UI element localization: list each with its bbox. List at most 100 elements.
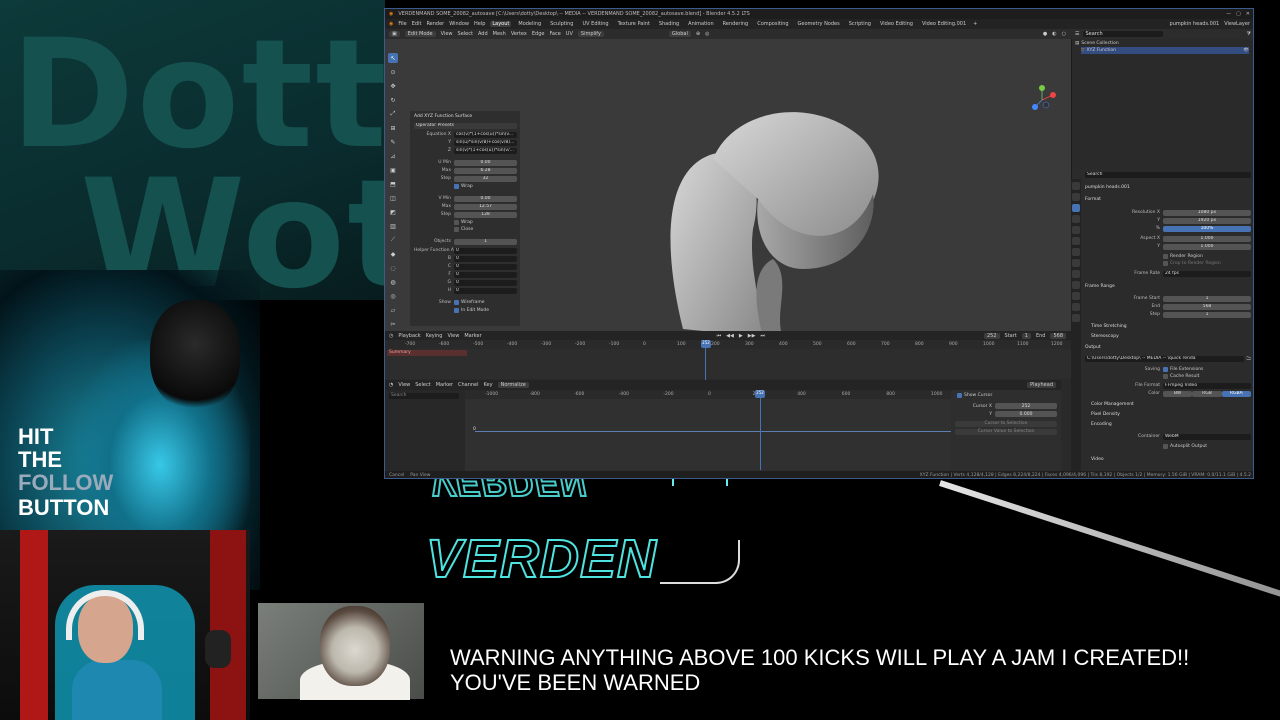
menu-playback[interactable]: Playback [398, 333, 420, 339]
color-rgb-button[interactable]: RGB [1192, 390, 1222, 397]
constraints-tab-icon[interactable] [1072, 292, 1080, 300]
menu-channel[interactable]: Channel [458, 382, 479, 388]
shading-render-icon[interactable]: ○ [1062, 31, 1066, 37]
add-workspace-icon[interactable]: + [973, 21, 977, 27]
objects-field[interactable]: 1 [454, 238, 517, 245]
play-icon[interactable]: ▶ [739, 333, 743, 339]
menu-add[interactable]: Add [478, 31, 488, 37]
autosplit-checkbox[interactable] [1163, 444, 1168, 449]
select-tool-icon[interactable]: ↖ [388, 53, 398, 63]
pivot-selector[interactable]: Playhead [1027, 382, 1056, 388]
output-tab-icon[interactable] [1072, 204, 1080, 212]
rotate-tool-icon[interactable]: ↻ [388, 95, 398, 105]
visibility-icon[interactable]: 👁 [1243, 48, 1249, 53]
menu-view[interactable]: View [441, 31, 453, 37]
menu-render[interactable]: Render [426, 21, 444, 27]
frame-range-section[interactable]: Frame Range [1085, 284, 1115, 289]
menu-view-graph[interactable]: View [398, 382, 410, 388]
cursor-tool-icon[interactable]: ⊙ [388, 67, 398, 77]
editor-type-icon[interactable]: ▣ [389, 31, 400, 37]
snap-icon[interactable]: ⊕ [696, 31, 700, 37]
encoding-section[interactable]: Encoding [1091, 422, 1112, 427]
blender-window[interactable]: ◉ VERDENMAND SOME_20082_autosave [C:\Use… [384, 8, 1254, 479]
step-forward-icon[interactable]: ▶▶ [748, 333, 756, 339]
menu-marker[interactable]: Marker [464, 333, 481, 339]
normalize-toggle[interactable]: Normalize [497, 382, 529, 388]
tab-shading[interactable]: Shading [657, 21, 681, 27]
outliner-item-xyz[interactable]: ▽ XYZ Function 👁 [1081, 47, 1249, 54]
helper-f-field[interactable]: 0 [454, 271, 517, 278]
v-close-checkbox[interactable] [454, 227, 459, 232]
menu-file[interactable]: File [398, 21, 406, 27]
pixel-density-section[interactable]: Pixel Density [1091, 412, 1120, 417]
helper-g-field[interactable]: 0 [454, 279, 517, 286]
tab-video-editing[interactable]: Video Editing [878, 21, 915, 27]
output-section[interactable]: Output [1085, 345, 1101, 350]
cache-result-checkbox[interactable] [1163, 374, 1168, 379]
color-bw-button[interactable]: BW [1163, 390, 1193, 397]
tab-sculpting[interactable]: Sculpting [548, 21, 575, 27]
menu-window[interactable]: Window [449, 21, 469, 27]
resolution-y-field[interactable]: 1920 px [1163, 217, 1251, 224]
simplify-toggle[interactable]: Simplify [577, 31, 604, 37]
graph-sidebar[interactable]: Show Cursor Cursor X 252 Y 0.000 Cursor to… [951, 390, 1061, 471]
tab-geometry-nodes[interactable]: Geometry Nodes [796, 21, 842, 27]
tab-layout[interactable]: Layout [490, 21, 512, 27]
frame-step-field[interactable]: 1 [1163, 311, 1251, 318]
spin-tool-icon[interactable]: ◌ [388, 263, 398, 273]
menu-view-timeline[interactable]: View [447, 333, 459, 339]
transform-tool-icon[interactable]: ⊞ [388, 123, 398, 133]
operator-presets[interactable]: Operator Presets [414, 122, 517, 129]
graph-channel-list[interactable] [385, 390, 465, 471]
equation-z-field[interactable]: sin(v)*(1+cos(u))*sin(v/... [454, 147, 517, 154]
menu-mesh[interactable]: Mesh [493, 31, 506, 37]
menu-select-graph[interactable]: Select [415, 382, 430, 388]
cursor-value-to-selection-button[interactable]: Cursor Value to Selection [955, 429, 1057, 435]
resolution-percent-field[interactable]: 100% [1163, 225, 1251, 232]
render-region-checkbox[interactable] [1163, 254, 1168, 259]
loop-cut-tool-icon[interactable]: ▥ [388, 221, 398, 231]
color-rgba-button[interactable]: RGBA [1221, 390, 1251, 397]
graph-editor-icon[interactable]: ◔ [389, 382, 393, 388]
blender-menu-icon[interactable]: ◉ [389, 21, 393, 27]
start-frame-field[interactable]: 1 [1021, 332, 1031, 339]
video-section[interactable]: Video [1091, 457, 1104, 462]
v-wrap-checkbox[interactable] [454, 220, 459, 225]
menu-face[interactable]: Face [549, 31, 560, 37]
frame-start-field[interactable]: 1 [1163, 295, 1251, 302]
orientation-selector[interactable]: Global [668, 31, 691, 37]
add-cube-tool-icon[interactable]: ▣ [388, 165, 398, 175]
menu-edit[interactable]: Edit [412, 21, 422, 27]
folder-icon[interactable]: 🗀 [1247, 355, 1252, 363]
operator-title[interactable]: Add XYZ Function Surface [414, 113, 517, 120]
cursor-x-field[interactable]: 252 [995, 403, 1057, 409]
annotate-tool-icon[interactable]: ✎ [388, 137, 398, 147]
u-wrap-checkbox[interactable] [454, 184, 459, 189]
extrude-tool-icon[interactable]: ⬒ [388, 179, 398, 189]
end-frame-field[interactable]: 568 [1050, 332, 1066, 339]
navigation-gizmo[interactable] [1027, 85, 1057, 115]
v-max-field[interactable]: 12.57 [454, 203, 517, 210]
close-icon[interactable]: ✕ [1246, 11, 1250, 17]
outliner-search-input[interactable]: Search [1083, 31, 1164, 37]
data-tab-icon[interactable] [1072, 303, 1080, 311]
menu-select[interactable]: Select [458, 31, 473, 37]
resolution-x-field[interactable]: 1080 px [1163, 209, 1251, 216]
wireframe-checkbox[interactable] [454, 300, 459, 305]
physics-tab-icon[interactable] [1072, 281, 1080, 289]
fcurve-line[interactable] [475, 431, 951, 432]
v-step-field[interactable]: 128 [454, 211, 517, 218]
tab-uv-editing[interactable]: UV Editing [580, 21, 610, 27]
tool-tab-icon[interactable] [1072, 182, 1080, 190]
rip-tool-icon[interactable]: ✂ [388, 319, 398, 329]
equation-y-field[interactable]: sin(u)*sin(v/8)+cos(v/8)... [454, 139, 517, 146]
scale-tool-icon[interactable]: ⤢ [388, 109, 398, 119]
modifier-tab-icon[interactable] [1072, 259, 1080, 267]
summary-channel[interactable]: Summary [387, 350, 467, 356]
frame-rate-selector[interactable]: 24 fps [1163, 270, 1251, 277]
tab-animation[interactable]: Animation [686, 21, 716, 27]
u-min-field[interactable]: 0.00 [454, 159, 517, 166]
v-min-field[interactable]: 0.00 [454, 195, 517, 202]
equation-x-field[interactable]: cos(v)*(1+cos(u))*sin(v... [454, 131, 517, 138]
u-max-field[interactable]: 6.28 [454, 167, 517, 174]
